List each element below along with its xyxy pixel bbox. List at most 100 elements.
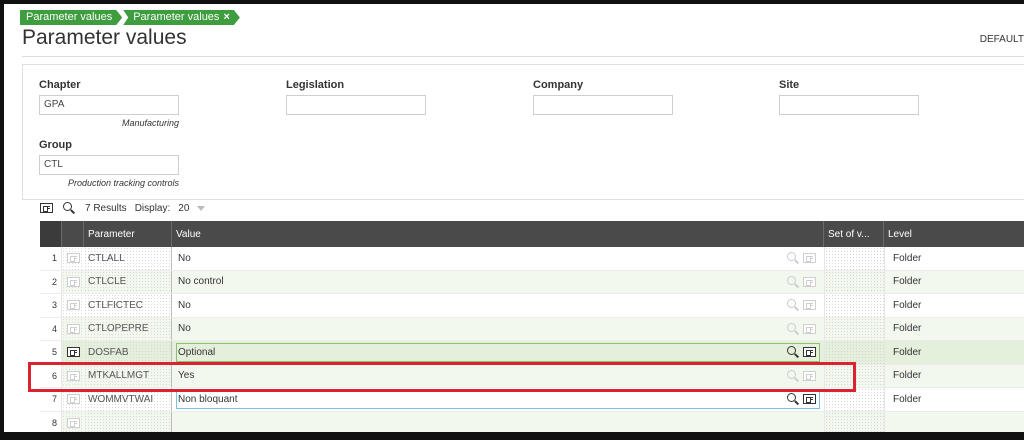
company-label: Company bbox=[533, 79, 584, 91]
row-number: 4 bbox=[40, 317, 62, 340]
top-right-label[interactable]: DEFAULT bbox=[980, 34, 1024, 45]
row-value: No control bbox=[178, 276, 224, 288]
row-level bbox=[884, 411, 1024, 434]
table-row[interactable]: 2 CTLCLE No control Folder bbox=[40, 270, 1024, 294]
chapter-field[interactable]: GPA bbox=[39, 95, 179, 115]
header-row-number bbox=[40, 221, 62, 247]
chapter-label: Chapter bbox=[39, 79, 81, 91]
card-icon[interactable] bbox=[803, 394, 816, 405]
row-level: Folder bbox=[884, 317, 1024, 340]
breadcrumb: Parameter values Parameter values × bbox=[20, 10, 240, 25]
grid-toolbar: 7 Results Display: 20 bbox=[40, 200, 206, 216]
header-level[interactable]: Level bbox=[884, 221, 1024, 247]
row-card-icon[interactable] bbox=[66, 300, 80, 311]
card-icon[interactable] bbox=[803, 347, 816, 358]
search-icon[interactable] bbox=[787, 322, 799, 335]
row-number: 2 bbox=[40, 270, 62, 293]
header-value[interactable]: Value bbox=[172, 221, 824, 247]
breadcrumb-item-1[interactable]: Parameter values bbox=[20, 10, 122, 25]
legislation-field[interactable] bbox=[286, 95, 426, 115]
row-level: Folder bbox=[884, 341, 1024, 364]
chevron-down-icon[interactable] bbox=[197, 205, 206, 211]
row-parameter: CTLFICTEC bbox=[84, 294, 172, 317]
chapter-description: Manufacturing bbox=[121, 118, 179, 128]
group-description: Production tracking controls bbox=[67, 178, 179, 188]
search-icon[interactable] bbox=[787, 299, 799, 311]
chapter-field-group: Chapter GPA Manufacturing bbox=[39, 79, 179, 128]
table-row[interactable]: 3 CTLFICTEC No Folder bbox=[40, 294, 1024, 318]
row-level: Folder bbox=[884, 388, 1024, 411]
group-field[interactable]: CTL bbox=[39, 155, 179, 175]
row-parameter: CTLCLE bbox=[84, 270, 172, 293]
card-icon[interactable] bbox=[803, 300, 816, 311]
table-row[interactable]: 6 MTKALLMGT Yes Folder bbox=[40, 364, 1024, 388]
row-card-icon[interactable] bbox=[66, 394, 80, 405]
search-icon[interactable] bbox=[787, 393, 799, 405]
table-row[interactable]: 4 CTLOPEPRE No Folder bbox=[40, 317, 1024, 341]
row-value: Yes bbox=[178, 370, 195, 382]
row-number: 5 bbox=[40, 341, 62, 364]
breadcrumb-item-2[interactable]: Parameter values × bbox=[123, 10, 240, 25]
row-value-cell[interactable] bbox=[172, 412, 824, 435]
header-panel: Chapter GPA Manufacturing Legislation Co… bbox=[22, 64, 1024, 200]
header-set-of-values[interactable]: Set of v... bbox=[824, 221, 884, 247]
card-icon[interactable] bbox=[803, 253, 816, 264]
row-parameter bbox=[84, 411, 172, 434]
row-level: Folder bbox=[884, 294, 1024, 317]
row-value-cell[interactable]: No bbox=[172, 247, 824, 270]
row-set-of-values bbox=[824, 294, 884, 317]
card-icon[interactable] bbox=[803, 276, 816, 287]
group-label: Group bbox=[39, 139, 72, 151]
row-card-icon[interactable] bbox=[66, 370, 80, 381]
row-value-cell[interactable]: Non bloquant bbox=[172, 388, 824, 411]
table-row[interactable]: 1 CTLALL No Folder bbox=[40, 247, 1024, 271]
row-value-cell[interactable]: Yes bbox=[172, 365, 824, 388]
row-parameter: DOSFAB bbox=[84, 341, 172, 364]
page-title: Parameter values bbox=[22, 26, 187, 49]
row-value: No bbox=[178, 299, 191, 311]
table-row[interactable]: 7 WOMMVTWAI Non bloquant Folder bbox=[40, 388, 1024, 412]
display-value[interactable]: 20 bbox=[178, 203, 189, 214]
legislation-label: Legislation bbox=[286, 79, 345, 91]
value-input-outline bbox=[176, 390, 820, 409]
company-field[interactable] bbox=[533, 95, 673, 115]
search-icon[interactable] bbox=[787, 369, 799, 382]
row-value-cell[interactable]: Optional bbox=[172, 341, 824, 364]
bottom-border bbox=[4, 432, 1024, 436]
row-set-of-values bbox=[824, 317, 884, 340]
card-icon[interactable] bbox=[803, 370, 816, 381]
row-level: Folder bbox=[884, 270, 1024, 293]
table-row-selected[interactable]: 5 DOSFAB Optional Folder bbox=[40, 341, 1024, 365]
header-parameter[interactable]: Parameter bbox=[84, 221, 172, 247]
screenshot-frame: Parameter values Parameter values × Param… bbox=[0, 0, 1024, 440]
row-card-icon[interactable] bbox=[66, 417, 80, 428]
card-icon[interactable] bbox=[803, 323, 816, 334]
results-count: 7 Results bbox=[85, 202, 127, 214]
row-set-of-values bbox=[824, 247, 884, 270]
site-field[interactable] bbox=[779, 95, 919, 115]
row-card-icon[interactable] bbox=[66, 323, 80, 334]
row-value-cell[interactable]: No bbox=[172, 318, 824, 341]
row-number: 8 bbox=[40, 411, 62, 434]
row-set-of-values bbox=[824, 364, 884, 387]
close-icon[interactable]: × bbox=[223, 11, 229, 23]
search-icon[interactable] bbox=[787, 346, 799, 358]
row-parameter: WOMMVTWAI bbox=[84, 388, 172, 411]
row-value-cell[interactable]: No bbox=[172, 294, 824, 317]
parameter-grid: Parameter Value Set of v... Level 1 CTLA… bbox=[40, 221, 1024, 435]
group-field-group: Group CTL Production tracking controls bbox=[39, 139, 179, 188]
row-number: 3 bbox=[40, 294, 62, 317]
search-icon[interactable] bbox=[63, 202, 75, 214]
row-value-cell[interactable]: No control bbox=[172, 271, 824, 294]
row-parameter: CTLOPEPRE bbox=[84, 317, 172, 340]
row-card-icon[interactable] bbox=[66, 347, 80, 358]
row-card-icon[interactable] bbox=[66, 276, 80, 287]
row-number: 7 bbox=[40, 388, 62, 411]
row-level: Folder bbox=[884, 247, 1024, 270]
search-icon[interactable] bbox=[787, 252, 799, 264]
row-card-icon[interactable] bbox=[66, 253, 80, 264]
search-icon[interactable] bbox=[787, 275, 799, 288]
value-input-outline bbox=[176, 343, 820, 362]
card-view-icon[interactable] bbox=[40, 203, 53, 213]
row-set-of-values bbox=[824, 388, 884, 411]
